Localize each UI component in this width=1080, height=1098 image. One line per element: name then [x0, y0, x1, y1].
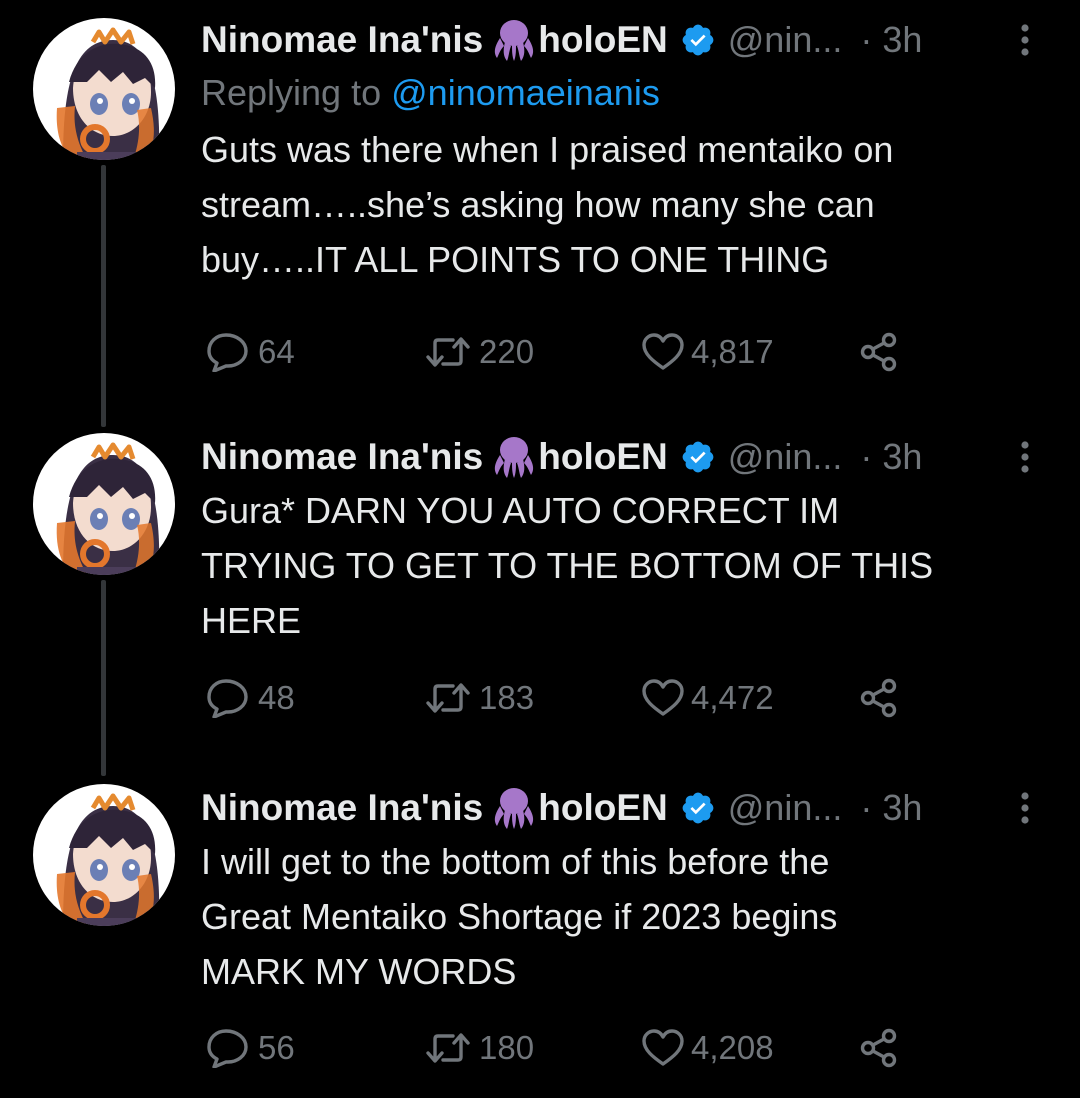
heart-icon: [641, 333, 685, 371]
tweet-actions: 56 180 4,208: [201, 1026, 921, 1070]
author-name-suffix[interactable]: holoEN: [538, 436, 667, 478]
reply-count: 56: [258, 1029, 295, 1066]
separator-dot: ·: [860, 436, 873, 477]
tweet-text: I will get to the bottom of this before …: [201, 841, 838, 992]
tweet-header: Ninomae Ina'nis holoEN @nin... · 3h: [201, 784, 1040, 832]
octopus-emoji-icon: [491, 435, 537, 479]
author-display-name[interactable]: Ninomae Ina'nis: [201, 436, 483, 478]
author-display-name[interactable]: Ninomae Ina'nis: [201, 19, 483, 61]
author-handle[interactable]: @nin...: [728, 19, 843, 61]
retweet-count: 220: [479, 333, 535, 370]
tweet-text: Guts was there when I praised mentaiko o…: [201, 129, 894, 280]
tweet-actions: 48 183 4,472: [201, 676, 921, 720]
reply-icon: [206, 1028, 252, 1068]
tweet-timestamp[interactable]: 3h: [882, 436, 922, 478]
share-icon: [859, 332, 901, 372]
octopus-emoji-icon: [491, 786, 537, 830]
share-button[interactable]: [859, 676, 901, 720]
reply-button[interactable]: 48: [206, 676, 295, 720]
tweet-actions: 64 220 4,817: [201, 330, 921, 374]
verified-badge-icon: [680, 790, 716, 826]
retweet-icon: [423, 1030, 473, 1066]
retweet-button[interactable]: 180: [423, 1026, 534, 1070]
retweet-button[interactable]: 183: [423, 676, 534, 720]
share-icon: [859, 678, 901, 718]
retweet-count: 180: [479, 1029, 535, 1066]
like-count: 4,472: [691, 679, 774, 716]
octopus-emoji-icon: [491, 18, 537, 62]
author-name-suffix[interactable]: holoEN: [538, 19, 667, 61]
share-icon: [859, 1028, 901, 1068]
share-button[interactable]: [859, 330, 901, 374]
share-button[interactable]: [859, 1026, 901, 1070]
heart-icon: [641, 1029, 685, 1067]
reply-icon: [206, 678, 252, 718]
avatar[interactable]: [33, 784, 175, 926]
avatar[interactable]: [33, 18, 175, 160]
more-vertical-icon[interactable]: [1010, 433, 1040, 481]
reply-count: 64: [258, 333, 295, 370]
like-count: 4,208: [691, 1029, 774, 1066]
retweet-icon: [423, 680, 473, 716]
more-vertical-icon[interactable]: [1010, 784, 1040, 832]
replying-to-line: Replying to @ninomaeinanis: [201, 66, 1040, 120]
more-vertical-icon[interactable]: [1010, 16, 1040, 64]
thread-connector-line-2: [101, 580, 106, 776]
replying-to-label: Replying to: [201, 72, 382, 113]
author-handle[interactable]: @nin...: [728, 787, 843, 829]
verified-badge-icon: [680, 22, 716, 58]
tweet-timestamp[interactable]: 3h: [882, 19, 922, 61]
author-handle[interactable]: @nin...: [728, 436, 843, 478]
separator-dot: ·: [860, 787, 873, 828]
like-button[interactable]: 4,472: [641, 676, 774, 720]
reply-button[interactable]: 56: [206, 1026, 295, 1070]
retweet-count: 183: [479, 679, 535, 716]
like-button[interactable]: 4,208: [641, 1026, 774, 1070]
tweet-header: Ninomae Ina'nis holoEN @nin... · 3h: [201, 433, 1040, 481]
reply-count: 48: [258, 679, 295, 716]
tweet-timestamp[interactable]: 3h: [882, 787, 922, 829]
heart-icon: [641, 679, 685, 717]
tweet-text: Gura* DARN YOU AUTO CORRECT IM TRYING TO…: [201, 490, 934, 641]
author-name-suffix[interactable]: holoEN: [538, 787, 667, 829]
reply-button[interactable]: 64: [206, 330, 295, 374]
reply-icon: [206, 332, 252, 372]
author-display-name[interactable]: Ninomae Ina'nis: [201, 787, 483, 829]
like-button[interactable]: 4,817: [641, 330, 774, 374]
thread-connector-line-1: [101, 165, 106, 427]
separator-dot: ·: [860, 19, 873, 60]
tweet-header: Ninomae Ina'nis holoEN @nin... · 3h: [201, 16, 1040, 64]
avatar[interactable]: [33, 433, 175, 575]
retweet-icon: [423, 334, 473, 370]
verified-badge-icon: [680, 439, 716, 475]
replying-to-mention[interactable]: @ninomaeinanis: [391, 72, 660, 113]
like-count: 4,817: [691, 333, 774, 370]
retweet-button[interactable]: 220: [423, 330, 534, 374]
